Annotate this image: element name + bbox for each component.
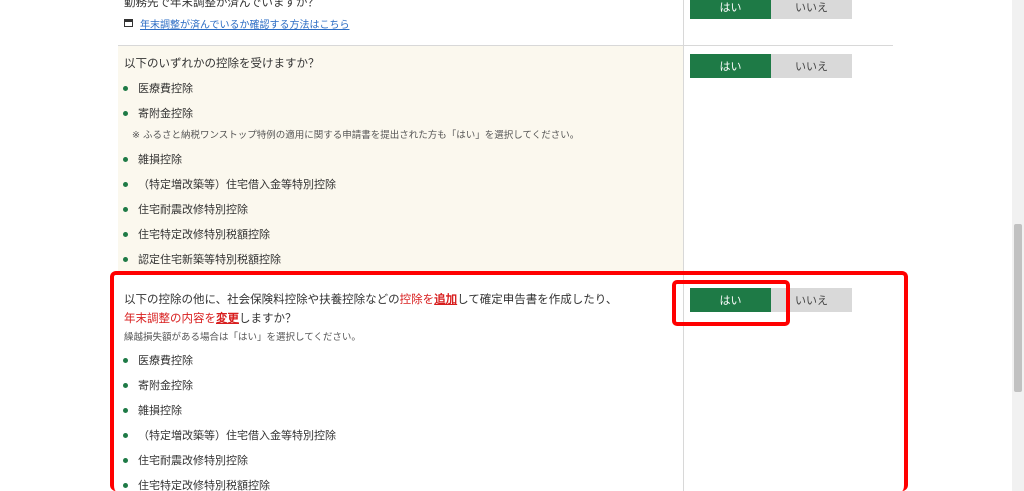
answer-cell: はい いいえ	[683, 0, 893, 45]
question-cell: 以下のいずれかの控除を受けますか？ 医療費控除 寄附金控除 ※ ふるさと納税ワン…	[118, 46, 683, 271]
list-item: 認定住宅新築等特別税額控除	[118, 251, 281, 267]
bullet-icon	[123, 256, 128, 262]
question-row-deductions: 以下のいずれかの控除を受けますか？ 医療費控除 寄附金控除 ※ ふるさと納税ワン…	[118, 46, 893, 272]
page: 勤務先で年末調整が済んでいますか？ 年末調整が済んでいるか確認する方法はこちら …	[0, 0, 1024, 491]
list-item: 住宅特定改修特別税額控除	[118, 226, 270, 242]
question-text: 勤務先で年末調整が済んでいますか？	[124, 0, 319, 9]
list-item: 住宅耐震改修特別控除	[118, 201, 248, 217]
list-item: 医療費控除	[118, 80, 193, 96]
list-item: （特定増改築等）住宅借入金等特別控除	[118, 176, 336, 192]
yes-button[interactable]: はい	[690, 0, 771, 19]
bullet-icon	[123, 231, 128, 237]
question-text: 以下のいずれかの控除を受けますか？	[124, 56, 320, 70]
answer-cell: はい いいえ	[683, 46, 893, 271]
no-button[interactable]: いいえ	[771, 0, 852, 19]
bullet-icon	[123, 110, 128, 116]
no-button[interactable]: いいえ	[771, 54, 852, 78]
bullet-icon	[123, 206, 128, 212]
highlight-box-yes-button	[672, 280, 790, 326]
list-item: 寄附金控除	[118, 105, 193, 121]
list-item: 雑損控除	[118, 151, 182, 167]
yes-button[interactable]: はい	[690, 54, 771, 78]
bullet-icon	[123, 156, 128, 162]
bullet-icon	[123, 85, 128, 91]
scrollbar-thumb[interactable]	[1014, 224, 1022, 392]
year-end-adjustment-help-link[interactable]: 年末調整が済んでいるか確認する方法はこちら	[140, 16, 350, 31]
bullet-icon	[123, 181, 128, 187]
new-window-icon	[124, 19, 133, 27]
question-row-year-end-adjustment: 勤務先で年末調整が済んでいますか？ 年末調整が済んでいるか確認する方法はこちら …	[118, 0, 893, 46]
question-cell: 勤務先で年末調整が済んでいますか？ 年末調整が済んでいるか確認する方法はこちら	[118, 0, 683, 45]
furusato-note: ※ ふるさと納税ワンストップ特例の適用に関する申請書を提出された方も「はい」を選…	[132, 130, 580, 141]
